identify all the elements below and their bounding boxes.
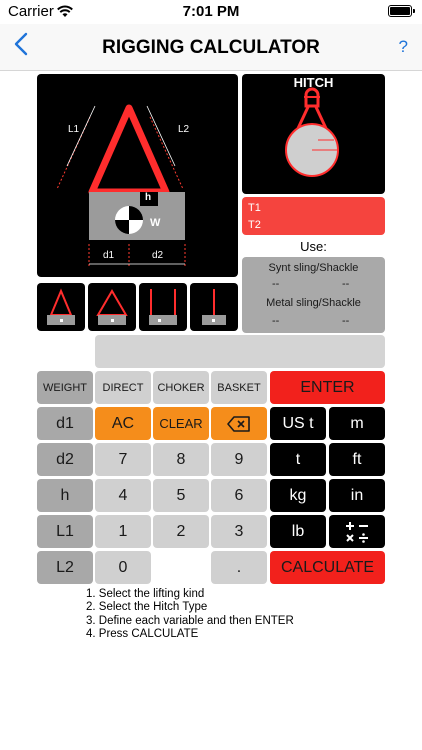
label-w: W — [150, 217, 161, 229]
digit-7-button[interactable]: 7 — [95, 443, 151, 476]
l2-button[interactable]: L2 — [37, 551, 93, 584]
lift-kind-option-2[interactable] — [88, 283, 136, 331]
unit-in-button[interactable]: in — [329, 479, 385, 512]
instruction-step-4: 4. Press CALCULATE — [86, 627, 199, 640]
unit-t-button[interactable]: t — [270, 443, 326, 476]
direct-button[interactable]: DIRECT — [95, 371, 151, 404]
rigging-diagram: L1 L2 h W d1 d2 — [37, 74, 238, 277]
backspace-icon — [227, 415, 250, 432]
enter-button[interactable]: ENTER — [270, 371, 385, 404]
unit-lb-button[interactable]: lb — [270, 515, 326, 548]
unit-kg-button[interactable]: kg — [270, 479, 326, 512]
label-h: h — [145, 192, 152, 203]
calculate-button[interactable]: CALCULATE — [270, 551, 385, 584]
synt-sling-title: Synt sling/Shackle — [268, 262, 359, 274]
clear-button[interactable]: CLEAR — [153, 407, 209, 440]
label-l1: L1 — [68, 124, 80, 135]
use-label: Use: — [300, 239, 327, 254]
lift-kind-option-3[interactable] — [139, 283, 187, 331]
decimal-point-button[interactable]: . — [211, 551, 267, 584]
instructions: 1. Select the lifting kind 2. Select the… — [86, 588, 294, 641]
digit-1-button[interactable]: 1 — [95, 515, 151, 548]
page-title: RIGGING CALCULATOR — [102, 37, 320, 58]
t1-label: T1 — [248, 202, 261, 214]
hitch-panel: HITCH — [242, 74, 385, 194]
instruction-step-3: 3. Define each variable and then ENTER — [86, 614, 294, 627]
d2-button[interactable]: d2 — [37, 443, 93, 476]
navigation-bar: RIGGING CALCULATOR ? — [0, 24, 422, 71]
calculator-operators-icon — [346, 521, 368, 543]
choker-button[interactable]: CHOKER — [153, 371, 209, 404]
lift-kind-option-4[interactable] — [190, 283, 238, 331]
synt-sling-value: -- — [272, 278, 280, 290]
sling-shackle-panel: Synt sling/Shackle -- -- Metal sling/Sha… — [242, 257, 385, 333]
input-display — [95, 335, 385, 368]
t2-label: T2 — [248, 219, 261, 231]
backspace-button[interactable] — [211, 407, 267, 440]
unit-ft-button[interactable]: ft — [329, 443, 385, 476]
operators-button[interactable] — [329, 515, 385, 548]
battery-icon — [388, 5, 415, 17]
digit-0-button[interactable]: 0 — [95, 551, 151, 584]
digit-6-button[interactable]: 6 — [211, 479, 267, 512]
basket-button[interactable]: BASKET — [211, 371, 267, 404]
all-clear-button[interactable]: AC — [95, 407, 151, 440]
instruction-step-2: 2. Select the Hitch Type — [86, 601, 208, 614]
digit-3-button[interactable]: 3 — [211, 515, 267, 548]
label-l2: L2 — [178, 124, 190, 135]
d1-button[interactable]: d1 — [37, 407, 93, 440]
instruction-step-1: 1. Select the lifting kind — [86, 588, 205, 600]
lift-kind-option-1[interactable] — [37, 283, 85, 331]
synt-shackle-value: -- — [342, 278, 350, 290]
digit-4-button[interactable]: 4 — [95, 479, 151, 512]
tension-results: T1 T2 — [242, 197, 385, 235]
digit-9-button[interactable]: 9 — [211, 443, 267, 476]
status-bar: Carrier 7:01 PM — [0, 0, 422, 24]
l1-button[interactable]: L1 — [37, 515, 93, 548]
metal-sling-title: Metal sling/Shackle — [266, 297, 361, 309]
metal-sling-value: -- — [272, 315, 280, 327]
help-button[interactable]: ? — [399, 37, 408, 57]
label-d2: d2 — [152, 250, 164, 261]
weight-button[interactable]: WEIGHT — [37, 371, 93, 404]
metal-shackle-value: -- — [342, 315, 350, 327]
sling-diagram-graphic — [56, 104, 186, 266]
digit-2-button[interactable]: 2 — [153, 515, 209, 548]
hitch-graphic — [285, 87, 339, 177]
h-button[interactable]: h — [37, 479, 93, 512]
unit-m-button[interactable]: m — [329, 407, 385, 440]
digit-5-button[interactable]: 5 — [153, 479, 209, 512]
unit-us-ton-button[interactable]: US t — [270, 407, 326, 440]
label-d1: d1 — [103, 250, 115, 261]
clock: 7:01 PM — [182, 3, 240, 20]
digit-8-button[interactable]: 8 — [153, 443, 209, 476]
